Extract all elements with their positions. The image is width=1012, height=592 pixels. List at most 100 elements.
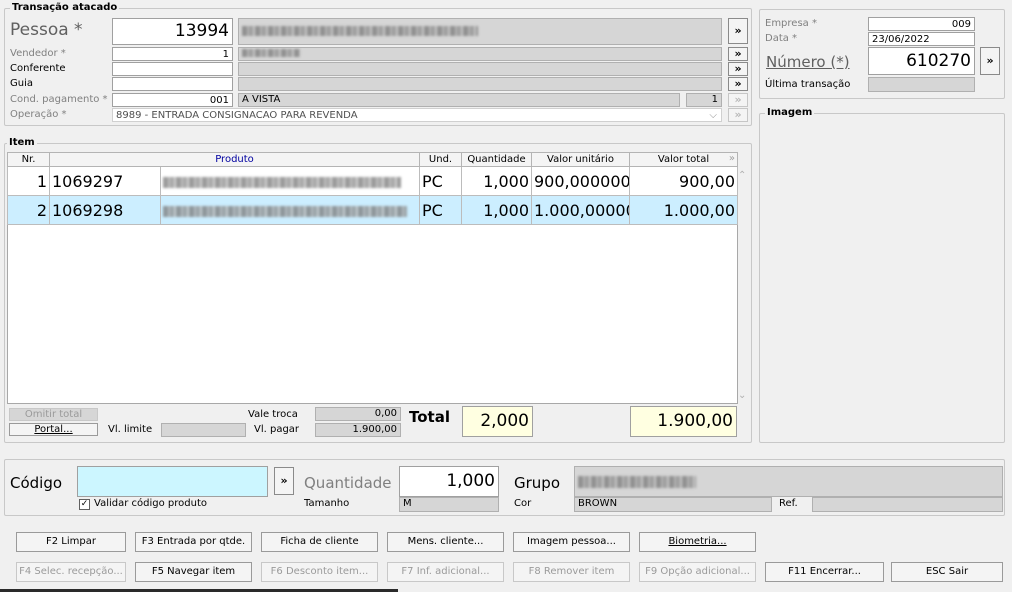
total-quantidade-field: 2,000: [462, 406, 533, 437]
scroll-up-icon[interactable]: ⌃: [738, 170, 746, 181]
pessoa-label: Pessoa *: [10, 20, 83, 40]
numero-input[interactable]: 610270: [868, 47, 975, 75]
col-header-valor-total[interactable]: Valor total »: [629, 152, 738, 167]
codigo-search-button[interactable]: »: [274, 467, 294, 495]
quantidade-label: Quantidade: [304, 474, 392, 492]
imagem-legend: Imagem: [765, 107, 815, 119]
transacao-legend: Transação atacado: [10, 2, 120, 14]
f6-desconto-item-button[interactable]: F6 Desconto item...: [261, 562, 378, 582]
f3-entrada-qtde-button[interactable]: F3 Entrada por qtde.: [135, 532, 252, 552]
vl-limite-field: [161, 423, 246, 437]
row-valor-unitario: 1.000,00000: [531, 195, 630, 225]
vendedor-label: Vendedor *: [10, 48, 66, 59]
cond-pagamento-code-input[interactable]: 001: [112, 93, 233, 107]
conferente-search-button[interactable]: »: [728, 62, 748, 76]
cond-pagamento-label: Cond. pagamento *: [10, 94, 108, 105]
numero-label: Número (*): [766, 53, 850, 71]
vendedor-code-input[interactable]: 1: [112, 47, 233, 61]
row-code: 1069297: [49, 166, 161, 196]
table-row[interactable]: 1 1069297 PC 1,000 900,000000 900,00: [7, 166, 738, 196]
row-quantidade: 1,000: [461, 195, 532, 225]
data-input[interactable]: 23/06/2022: [868, 32, 975, 46]
numero-search-button[interactable]: »: [980, 47, 1000, 75]
table-row[interactable]: 2 1069298 PC 1,000 1.000,00000 1.000,00: [7, 195, 738, 225]
conferente-label: Conferente: [10, 63, 66, 74]
portal-button[interactable]: Portal...: [9, 423, 98, 436]
quantidade-input[interactable]: 1,000: [399, 466, 499, 497]
cond-pagamento-search-button[interactable]: »: [728, 93, 748, 107]
vl-pagar-label: Vl. pagar: [254, 424, 300, 435]
guia-input[interactable]: [112, 77, 233, 91]
vale-troca-field: 0,00: [315, 407, 401, 421]
f7-inf-adicional-button[interactable]: F7 Inf. adicional...: [387, 562, 504, 582]
ref-field: [812, 497, 1003, 512]
mens-cliente-button[interactable]: Mens. cliente...: [387, 532, 504, 552]
col-header-nr[interactable]: Nr.: [7, 152, 50, 167]
row-valor-unitario: 900,000000: [531, 166, 630, 196]
guia-label: Guia: [10, 78, 33, 89]
cond-pagamento-desc-field: A VISTA: [238, 93, 680, 107]
ref-label: Ref.: [779, 498, 798, 509]
total-label: Total: [409, 408, 450, 426]
empresa-label: Empresa *: [765, 18, 817, 29]
codigo-label: Código: [10, 474, 63, 492]
row-produto: [160, 166, 420, 196]
chevron-down-icon: ⌵: [709, 110, 717, 121]
f4-selec-recepcao-button[interactable]: F4 Selec. recepção...: [16, 562, 126, 582]
ficha-cliente-button[interactable]: Ficha de cliente: [261, 532, 378, 552]
vendedor-name-field: [238, 47, 722, 61]
operacao-value: 8989 - ENTRADA CONSIGNACAO PARA REVENDA: [116, 110, 358, 121]
column-settings-icon[interactable]: »: [729, 153, 735, 164]
conferente-input[interactable]: [112, 62, 233, 76]
item-legend: Item: [7, 137, 37, 149]
codigo-input[interactable]: [77, 466, 268, 497]
f5-navegar-item-button[interactable]: F5 Navegar item: [135, 562, 252, 582]
pessoa-code-input[interactable]: 13994: [112, 18, 233, 45]
row-nr: 1: [7, 166, 50, 196]
row-und: PC: [419, 166, 462, 196]
cor-field: BROWN: [574, 497, 772, 512]
ultima-transacao-label: Última transação: [765, 79, 851, 90]
esc-sair-button[interactable]: ESC Sair: [891, 562, 1003, 582]
tamanho-field: M: [399, 497, 499, 512]
vendedor-search-button[interactable]: »: [728, 47, 748, 61]
empresa-input[interactable]: 009: [868, 17, 975, 31]
biometria-button[interactable]: Biometria...: [639, 532, 756, 552]
f2-limpar-button[interactable]: F2 Limpar: [16, 532, 126, 552]
col-header-valor-unitario[interactable]: Valor unitário: [531, 152, 630, 167]
check-icon: ✓: [80, 499, 89, 509]
col-header-produto[interactable]: Produto: [49, 152, 420, 167]
validar-codigo-text: Validar código produto: [94, 498, 207, 509]
tamanho-label: Tamanho: [304, 498, 350, 509]
col-header-und[interactable]: Und.: [419, 152, 462, 167]
row-und: PC: [419, 195, 462, 225]
cor-label: Cor: [514, 498, 532, 509]
operacao-search-button[interactable]: »: [728, 108, 748, 122]
imagem-pessoa-button[interactable]: Imagem pessoa...: [513, 532, 630, 552]
operacao-label: Operação *: [10, 109, 67, 120]
f9-opcao-adicional-button[interactable]: F9 Opção adicional...: [639, 562, 756, 582]
vale-troca-label: Vale troca: [248, 409, 298, 420]
data-label: Data *: [765, 33, 798, 44]
scroll-down-icon[interactable]: ⌄: [738, 390, 746, 401]
row-code: 1069298: [49, 195, 161, 225]
omitir-total-button[interactable]: Omitir total: [9, 408, 98, 421]
grupo-label: Grupo: [514, 474, 560, 492]
grupo-field: [574, 466, 1003, 497]
conferente-name-field: [238, 62, 722, 76]
row-quantidade: 1,000: [461, 166, 532, 196]
validar-codigo-checkbox[interactable]: ✓: [79, 499, 90, 510]
item-grid: Nr. Produto Und. Quantidade Valor unitár…: [7, 152, 738, 225]
row-valor-total: 1.000,00: [629, 195, 738, 225]
col-header-quantidade[interactable]: Quantidade: [461, 152, 532, 167]
f11-encerrar-button[interactable]: F11 Encerrar...: [765, 562, 884, 582]
portal-button-label: Portal...: [34, 424, 73, 435]
pessoa-name-field: [238, 18, 722, 45]
guia-search-button[interactable]: »: [728, 77, 748, 91]
guia-name-field: [238, 77, 722, 91]
pessoa-search-button[interactable]: »: [728, 18, 748, 44]
f8-remover-item-button[interactable]: F8 Remover item: [513, 562, 630, 582]
cond-pagamento-parcelas-field: 1: [686, 93, 722, 107]
operacao-select[interactable]: 8989 - ENTRADA CONSIGNACAO PARA REVENDA …: [112, 108, 722, 122]
imagem-fieldset: Imagem: [759, 107, 1005, 443]
